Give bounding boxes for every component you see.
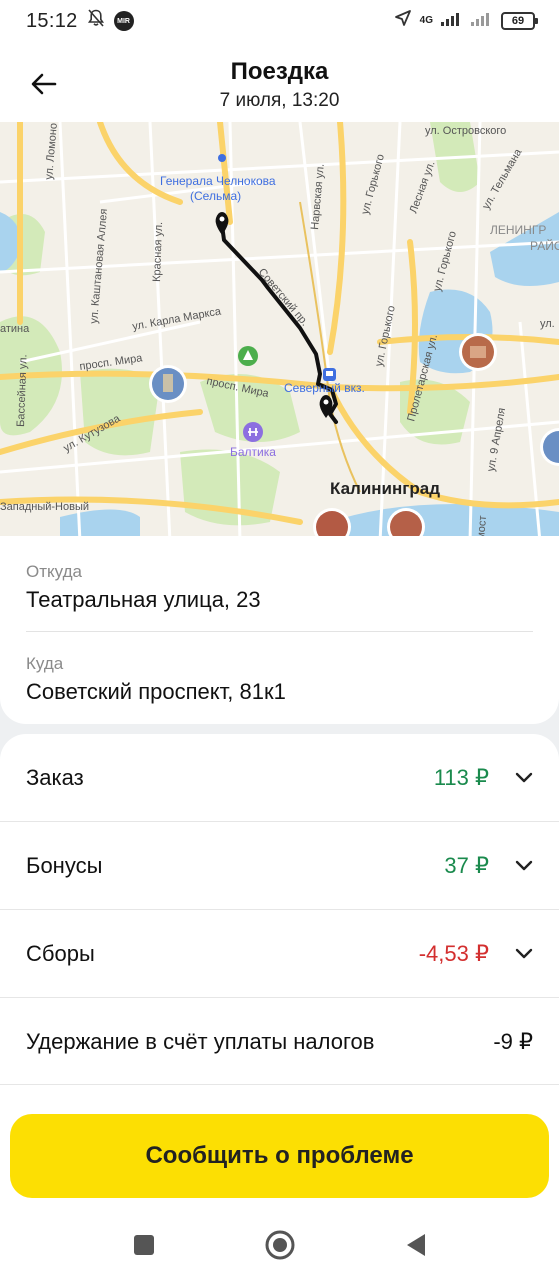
- battery-level: 69: [511, 15, 525, 27]
- header: Поездка 7 июля, 13:20: [0, 42, 559, 122]
- park-icon: [238, 346, 258, 366]
- tax-row: Удержание в счёт уплаты налогов -9 ₽: [0, 998, 559, 1086]
- divider: [26, 631, 533, 632]
- map-street-label: Бассейная ул.: [15, 354, 30, 427]
- map-street-label: ул.: [540, 318, 555, 330]
- page-title: Поездка: [230, 58, 329, 85]
- signal-icon: [441, 10, 463, 32]
- from-address: Театральная улица, 23: [26, 587, 261, 612]
- map-poi-label: Балтика: [230, 445, 276, 459]
- map-station-label: (Сельма): [190, 189, 241, 203]
- status-time: 15:12: [26, 9, 78, 32]
- tax-label: Удержание в счёт уплаты налогов: [26, 1029, 375, 1054]
- map-city-label: Калининград: [330, 479, 440, 498]
- fees-amount: -4,53 ₽: [418, 941, 489, 966]
- map-street-label: Красная ул.: [151, 222, 165, 282]
- map-district-label: Западный-Новый: [0, 501, 89, 513]
- bonus-amount: 37 ₽: [444, 853, 489, 878]
- order-row[interactable]: Заказ 113 ₽: [0, 734, 559, 822]
- bell-off-icon: [86, 8, 106, 34]
- map-station-label: Северный вкз.: [284, 381, 365, 395]
- fees-row[interactable]: Сборы -4,53 ₽: [0, 910, 559, 998]
- bottom-action-area: Сообщить о проблеме: [0, 1104, 559, 1214]
- status-left: 15:12 MIR: [26, 8, 134, 34]
- from-caption: Откуда: [26, 562, 82, 581]
- circle-home-icon: [265, 1230, 295, 1265]
- battery-icon: 69: [501, 12, 538, 30]
- back-nav-button[interactable]: [396, 1227, 436, 1267]
- location-arrow-icon: [394, 9, 412, 33]
- signal-icon-2: [471, 10, 493, 32]
- order-amount: 113 ₽: [433, 765, 489, 790]
- mir-pay-icon: MIR: [113, 11, 134, 31]
- map-district-label: РАЙО: [530, 238, 559, 253]
- payment-details: Заказ 113 ₽ Бонусы 37 ₽ Сборы -4,53 ₽ Уд…: [0, 734, 559, 1114]
- map-station-label: Генерала Челнокова: [160, 174, 276, 188]
- route-map[interactable]: ул. Островского Генерала Челнокова (Сель…: [0, 122, 559, 542]
- map-street-label: атина: [0, 323, 30, 335]
- triangle-back-icon: [405, 1233, 427, 1262]
- trip-addresses: Откуда Театральная улица, 23 Куда Советс…: [0, 536, 559, 724]
- map-street-label: ул. Островского: [425, 125, 506, 137]
- bonus-row[interactable]: Бонусы 37 ₽: [0, 822, 559, 910]
- status-right: 4G 69: [394, 9, 538, 33]
- status-bar: 15:12 MIR 4G 69: [0, 0, 559, 42]
- park-area: [80, 368, 160, 456]
- to-caption: Куда: [26, 654, 64, 673]
- divider: [0, 1084, 559, 1085]
- chevron-down-icon: [489, 860, 533, 872]
- landmark-photo-icon: [459, 333, 497, 371]
- stadium-icon: [243, 422, 263, 442]
- train-station-icon: [323, 368, 336, 381]
- tax-amount: -9 ₽: [493, 1029, 533, 1054]
- recent-apps-button[interactable]: [124, 1227, 164, 1267]
- landmark-photo-icon: [149, 365, 187, 403]
- square-icon: [133, 1234, 155, 1261]
- home-button[interactable]: [260, 1227, 300, 1267]
- chevron-down-icon: [489, 948, 533, 960]
- system-nav-bar: [0, 1214, 559, 1280]
- map-district-label: ЛЕНИНГР: [490, 223, 546, 237]
- metro-station-icon: [218, 154, 226, 162]
- fees-label: Сборы: [26, 941, 95, 966]
- trip-date: 7 июля, 13:20: [219, 90, 340, 111]
- order-label: Заказ: [26, 765, 84, 790]
- bonus-label: Бонусы: [26, 853, 103, 878]
- chevron-down-icon: [489, 772, 533, 784]
- report-problem-button[interactable]: Сообщить о проблеме: [10, 1114, 549, 1198]
- to-address: Советский проспект, 81к1: [26, 679, 286, 704]
- map-canvas: ул. Островского Генерала Челнокова (Сель…: [0, 122, 559, 542]
- network-type: 4G: [419, 15, 433, 26]
